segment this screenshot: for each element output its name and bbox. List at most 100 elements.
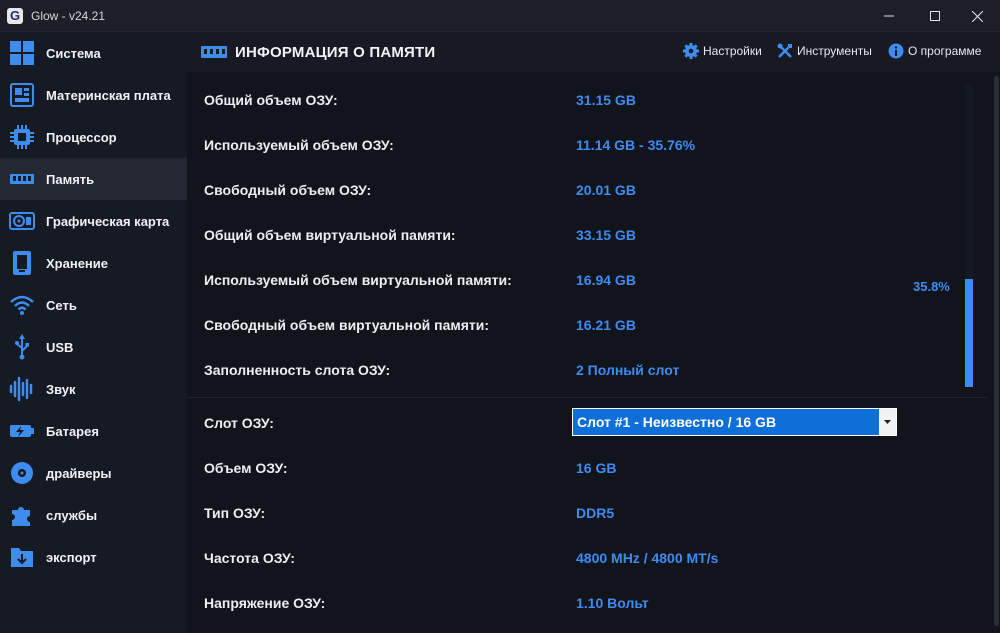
maximize-button[interactable] <box>912 0 958 32</box>
close-icon <box>971 10 983 22</box>
about-button[interactable]: О программе <box>888 43 981 59</box>
title-bar: G Glow - v24.21 <box>0 0 1000 32</box>
sidebar-item-label: Память <box>46 171 95 187</box>
ram-usage-bar-fill <box>965 279 973 387</box>
sidebar-item-motherboard[interactable]: Материнская плата <box>0 74 187 116</box>
sidebar-item-label: службы <box>46 507 98 523</box>
battery-icon <box>8 417 36 445</box>
usage-percent: 35.8% <box>913 279 950 294</box>
row-value: 33.15 GB <box>576 227 636 243</box>
row-value: DDR5 <box>576 505 615 521</box>
storage-icon <box>8 249 36 277</box>
info-row-total-ram: Общий объем ОЗУ: 31.15 GB <box>204 90 636 110</box>
usb-icon <box>8 333 36 361</box>
row-label: Тип ОЗУ: <box>204 505 266 521</box>
ram-usage-bar <box>965 85 973 387</box>
row-label: Заполненность слота ОЗУ: <box>204 362 391 378</box>
row-value: 20.01 GB <box>576 182 636 198</box>
info-row-free-virtual: Свободный объем виртуальной памяти: 16.2… <box>204 315 636 335</box>
row-value: 11.14 GB - 35.76% <box>576 137 696 153</box>
sidebar-item-network[interactable]: Сеть <box>0 284 187 326</box>
settings-button[interactable]: Настройки <box>683 43 762 59</box>
sidebar-item-label: экспорт <box>46 549 97 565</box>
row-value: 2 Полный слот <box>576 362 680 378</box>
row-value: 16.94 GB <box>576 272 636 288</box>
gear-icon <box>683 43 699 59</box>
motherboard-icon <box>8 81 36 109</box>
settings-label: Настройки <box>703 44 762 58</box>
tools-label: Инструменты <box>797 44 872 58</box>
sidebar-item-services[interactable]: службы <box>0 494 187 536</box>
sidebar-item-drivers[interactable]: драйверы <box>0 452 187 494</box>
row-label: Свободный объем ОЗУ: <box>204 182 372 198</box>
row-value: 1.10 Вольт <box>576 595 649 611</box>
sidebar-item-label: Материнская плата <box>46 87 171 103</box>
sidebar-item-memory[interactable]: Память <box>0 158 187 200</box>
sidebar-item-label: Звук <box>46 381 76 397</box>
sidebar-item-label: Процессор <box>46 129 117 145</box>
wifi-icon <box>8 291 36 319</box>
info-row-slot-voltage: Напряжение ОЗУ: 1.10 Вольт <box>204 593 649 613</box>
row-label: Объем ОЗУ: <box>204 460 288 476</box>
scrollbar-thumb[interactable] <box>994 76 999 626</box>
sound-wave-icon <box>8 375 36 403</box>
sidebar-item-label: Батарея <box>46 423 99 439</box>
minimize-icon <box>884 15 894 17</box>
ram-icon <box>8 165 36 193</box>
minimize-button[interactable] <box>866 0 912 32</box>
sidebar-item-system[interactable]: Система <box>0 32 187 74</box>
info-icon <box>888 43 904 59</box>
info-row-slot: Слот ОЗУ: <box>204 413 576 433</box>
app-logo: G <box>7 7 23 24</box>
sidebar: Система Материнская плата Процессор Памя… <box>0 32 187 633</box>
sidebar-item-battery[interactable]: Батарея <box>0 410 187 452</box>
tools-button[interactable]: Инструменты <box>777 43 872 59</box>
row-value: 31.15 GB <box>576 92 636 108</box>
sidebar-item-cpu[interactable]: Процессор <box>0 116 187 158</box>
window-title: Glow - v24.21 <box>31 8 106 23</box>
info-row-used-virtual: Используемый объем виртуальной памяти: 1… <box>204 270 636 290</box>
sidebar-item-label: Сеть <box>46 297 77 313</box>
row-value: 16.21 GB <box>576 317 636 333</box>
export-icon <box>8 543 36 571</box>
row-label: Свободный объем виртуальной памяти: <box>204 317 490 333</box>
ram-icon <box>201 46 227 58</box>
row-value: 16 GB <box>576 460 617 476</box>
row-label: Используемый объем виртуальной памяти: <box>204 272 512 288</box>
row-label: Частота ОЗУ: <box>204 550 295 566</box>
sidebar-item-label: Графическая карта <box>46 213 170 229</box>
row-label: Напряжение ОЗУ: <box>204 595 326 611</box>
info-row-slot-size: Объем ОЗУ: 16 GB <box>204 458 616 478</box>
row-label: Слот ОЗУ: <box>204 415 274 431</box>
page-header: ИНФОРМАЦИЯ О ПАМЯТИ Настройки Инструмент… <box>187 32 1000 72</box>
close-button[interactable] <box>954 0 1000 32</box>
sidebar-item-export[interactable]: экспорт <box>0 536 187 578</box>
sidebar-item-usb[interactable]: USB <box>0 326 187 368</box>
sidebar-item-sound[interactable]: Звук <box>0 368 187 410</box>
tools-icon <box>777 43 792 58</box>
info-row-total-virtual: Общий объем виртуальной памяти: 33.15 GB <box>204 225 636 245</box>
sidebar-item-label: Система <box>46 45 101 61</box>
about-label: О программе <box>908 44 982 58</box>
disc-icon <box>8 459 36 487</box>
page-title: ИНФОРМАЦИЯ О ПАМЯТИ <box>235 43 436 61</box>
scrollbar[interactable] <box>993 72 1000 633</box>
sidebar-item-gpu[interactable]: Графическая карта <box>0 200 187 242</box>
row-label: Общий объем виртуальной памяти: <box>204 227 456 243</box>
puzzle-icon <box>8 501 36 529</box>
maximize-icon <box>930 11 940 21</box>
info-row-slot-type: Тип ОЗУ: DDR5 <box>204 503 614 523</box>
info-row-slot-occupancy: Заполненность слота ОЗУ: 2 Полный слот <box>204 360 679 380</box>
memory-info-panel: Общий объем ОЗУ: 31.15 GB Используемый о… <box>187 72 1000 633</box>
row-label: Используемый объем ОЗУ: <box>204 137 394 153</box>
row-value: 4800 MHz / 4800 MT/s <box>576 550 719 566</box>
cpu-icon <box>8 123 36 151</box>
sidebar-item-storage[interactable]: Хранение <box>0 242 187 284</box>
chevron-down-icon[interactable] <box>879 409 896 435</box>
sidebar-item-label: USB <box>46 339 74 355</box>
windows-icon <box>8 39 36 67</box>
info-row-free-ram: Свободный объем ОЗУ: 20.01 GB <box>204 180 636 200</box>
gpu-icon <box>8 207 36 235</box>
slot-dropdown[interactable]: Слот #1 - Неизвестно / 16 GB <box>572 408 897 436</box>
slot-dropdown-value: Слот #1 - Неизвестно / 16 GB <box>577 414 777 430</box>
